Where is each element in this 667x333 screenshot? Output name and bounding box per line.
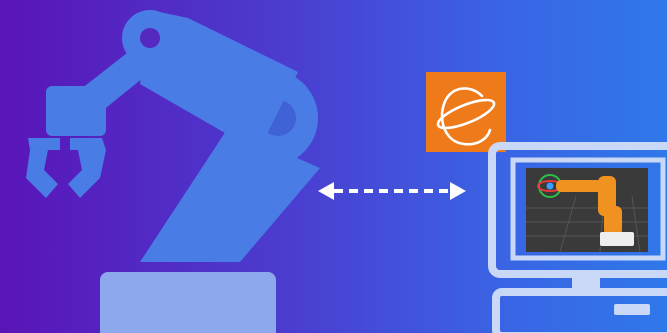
marker-center [546,182,554,190]
simulated-robot-base [600,232,634,246]
desktop-computer-icon [488,142,667,333]
disk-drive-slot [614,304,650,315]
monitor-stand [572,272,600,288]
hero-illustration [0,0,667,333]
